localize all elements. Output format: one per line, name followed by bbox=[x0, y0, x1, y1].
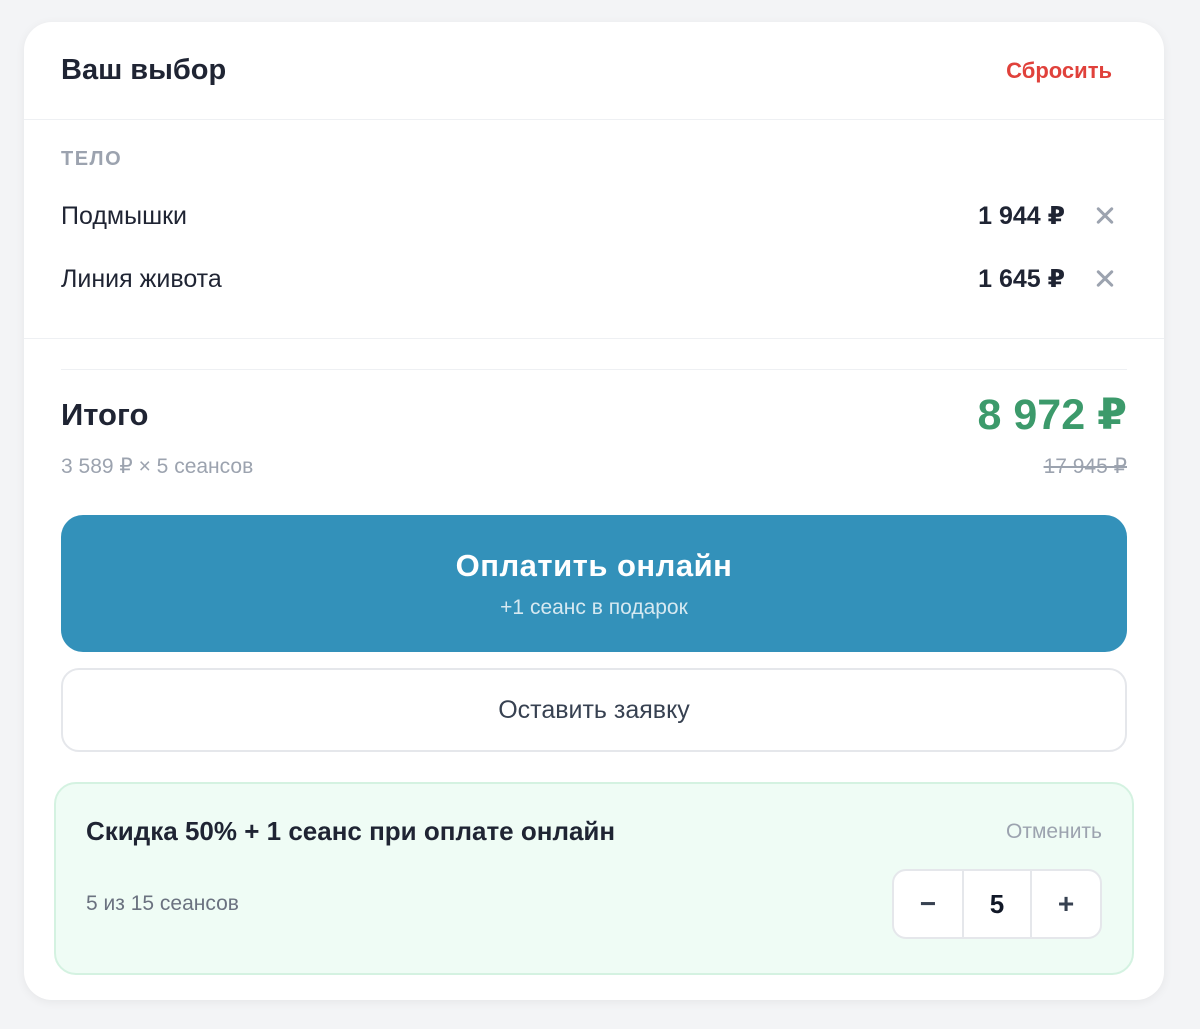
per-session-text: 3 589 ₽ × 5 сеансов bbox=[61, 455, 254, 478]
card-title: Ваш выбор bbox=[61, 54, 227, 86]
close-icon[interactable] bbox=[1093, 204, 1117, 228]
card-header: Ваш выбор Сбросить bbox=[24, 22, 1164, 120]
list-item: Линия живота 1 645 ₽ bbox=[61, 260, 1117, 298]
total-price: 8 972 ₽ bbox=[977, 391, 1127, 439]
promo-box: Скидка 50% + 1 сеанс при оплате онлайн О… bbox=[54, 782, 1134, 975]
promo-cancel-button[interactable]: Отменить bbox=[1006, 820, 1102, 844]
item-name: Подмышки bbox=[61, 201, 188, 230]
item-price: 1 645 ₽ bbox=[978, 265, 1065, 293]
pay-button-sublabel: +1 сеанс в подарок bbox=[500, 595, 688, 619]
old-price: 17 945 ₽ bbox=[1043, 455, 1127, 478]
total-label: Итого bbox=[61, 397, 149, 432]
selection-card: Ваш выбор Сбросить ТЕЛО Подмышки 1 944 ₽… bbox=[24, 22, 1164, 1000]
reset-button[interactable]: Сбросить bbox=[1006, 58, 1112, 84]
selected-items: ТЕЛО Подмышки 1 944 ₽ Линия живота 1 645… bbox=[24, 120, 1164, 339]
leave-request-button[interactable]: Оставить заявку bbox=[61, 668, 1127, 752]
item-price: 1 944 ₽ bbox=[978, 202, 1065, 230]
close-icon[interactable] bbox=[1093, 267, 1117, 291]
pay-button-label: Оплатить онлайн bbox=[455, 547, 733, 583]
increment-button[interactable]: + bbox=[1032, 871, 1100, 937]
category-label: ТЕЛО bbox=[61, 148, 123, 170]
item-name: Линия живота bbox=[61, 264, 222, 293]
decrement-button[interactable]: − bbox=[894, 871, 962, 937]
pay-online-button[interactable]: Оплатить онлайн +1 сеанс в подарок bbox=[61, 515, 1127, 652]
list-item: Подмышки 1 944 ₽ bbox=[61, 197, 1117, 235]
totals-section: Итого 8 972 ₽ 3 589 ₽ × 5 сеансов 17 945… bbox=[61, 369, 1127, 479]
quantity-stepper: − 5 + bbox=[892, 869, 1102, 939]
promo-title: Скидка 50% + 1 сеанс при оплате онлайн bbox=[86, 816, 616, 846]
session-count-text: 5 из 15 сеансов bbox=[86, 892, 239, 915]
stepper-value: 5 bbox=[962, 871, 1032, 937]
